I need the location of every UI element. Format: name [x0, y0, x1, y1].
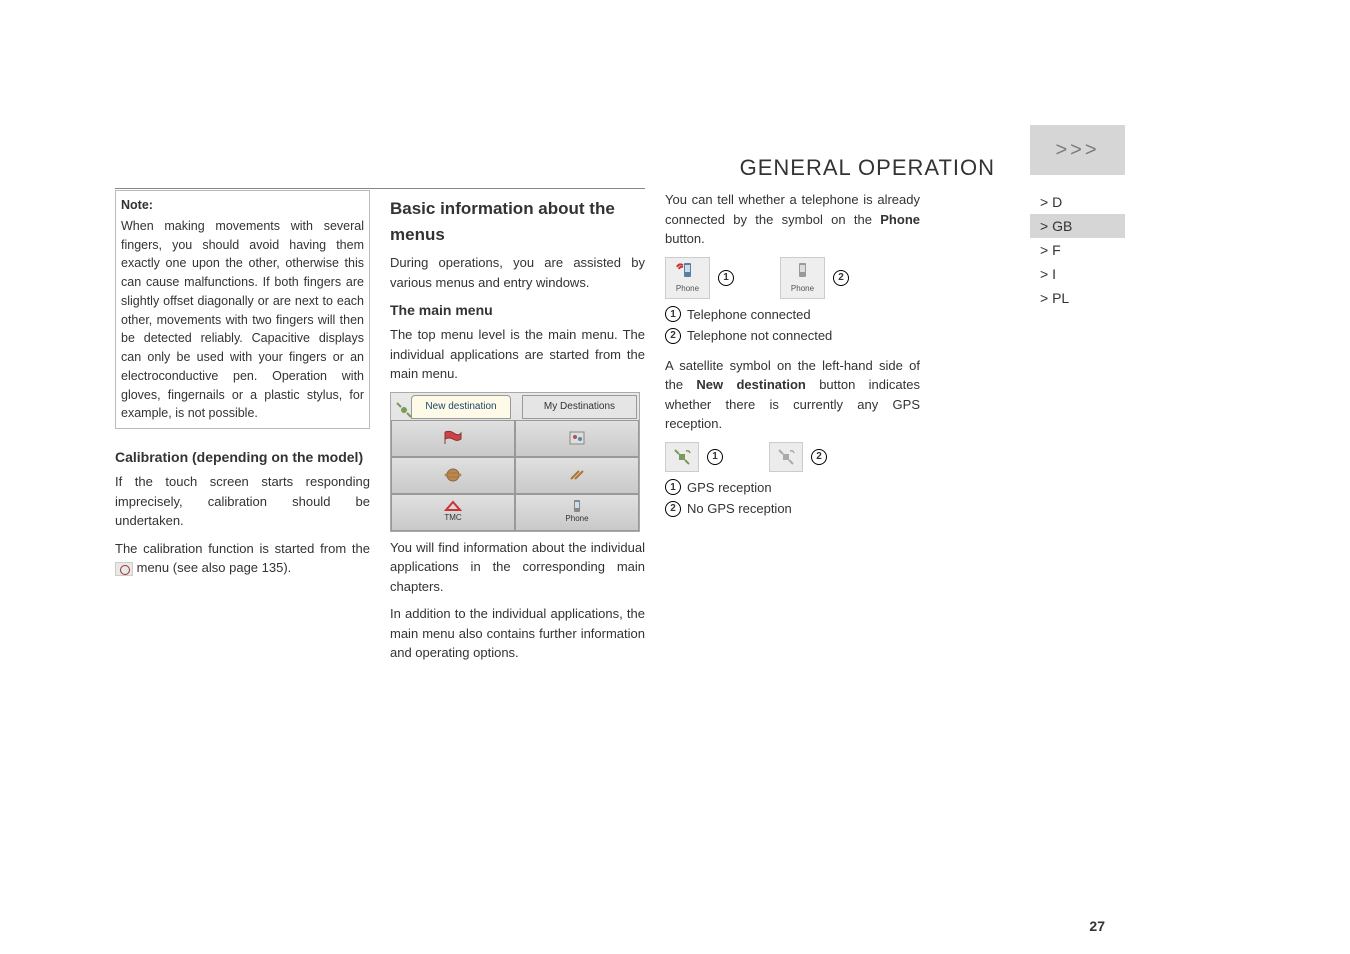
tools-icon [567, 467, 587, 483]
top-divider [115, 188, 645, 189]
no-gps-reception-icon [776, 447, 796, 467]
tmc-label: TMC [444, 512, 461, 524]
legend-phone-1-text: Telephone connected [687, 305, 811, 325]
sat-icon-row: 1 2 [665, 442, 920, 472]
phone-intro: You can tell whether a telephone is alre… [665, 190, 920, 249]
circled-2: 2 [833, 270, 849, 286]
phone-connected-box: Phone [665, 257, 710, 299]
circled-1-gps-legend: 1 [665, 479, 681, 495]
menu-cell-contacts [515, 420, 639, 457]
phone-disconnected-box: Phone [780, 257, 825, 299]
tab-my-destinations: My Destinations [522, 395, 637, 419]
menu-cell-planet [391, 457, 515, 494]
settings-menu-icon [115, 562, 133, 576]
note-text: When making movements with several finge… [121, 219, 364, 421]
main-menu-p3: In addition to the individual applicatio… [390, 604, 645, 663]
circled-2-legend: 2 [665, 328, 681, 344]
tab-new-destination-label: New destination [425, 399, 496, 414]
legend-gps-1-text: GPS reception [687, 478, 772, 498]
note-label: Note: [121, 196, 364, 215]
legend-gps-2-text: No GPS reception [687, 499, 792, 519]
main-menu-screenshot: New destination My Destinations [390, 392, 640, 532]
calibration-p1: If the touch screen starts responding im… [115, 472, 370, 531]
page-number: 27 [1089, 918, 1105, 934]
tab-new-destination: New destination [411, 395, 511, 419]
basic-info-heading: Basic information about the menus [390, 196, 645, 247]
circled-2-gps: 2 [811, 449, 827, 465]
legend-gps-1: 1 GPS reception [665, 478, 920, 498]
circled-1-gps: 1 [707, 449, 723, 465]
phone-intro-c: button. [665, 231, 705, 246]
globe-icon [443, 467, 463, 483]
phone-intro-b: Phone [880, 212, 920, 227]
menu-cell-phone: Phone [515, 494, 639, 531]
calibration-p2: The calibration function is started from… [115, 539, 370, 578]
legend-gps-2: 2 No GPS reception [665, 499, 920, 519]
calibration-p2b: menu (see also page 135). [137, 560, 292, 575]
menu-cell-tools [515, 457, 639, 494]
basic-info-intro: During operations, you are assisted by v… [390, 253, 645, 292]
menu-cell-tmc: TMC [391, 494, 515, 531]
phone-icon [570, 499, 584, 513]
note-box: Note: When making movements with several… [115, 190, 370, 429]
header-title: GENERAL OPERATION [740, 155, 995, 181]
legend-phone-1: 1 Telephone connected [665, 305, 920, 325]
main-menu-p1: The top menu level is the main menu. The… [390, 325, 645, 384]
phone-connected-label: Phone [676, 283, 699, 295]
calibration-p2a: The calibration function is started from… [115, 541, 370, 556]
phone-disconnected-label: Phone [791, 283, 814, 295]
legend-phone-2: 2 Telephone not connected [665, 326, 920, 346]
satellite-icon [394, 400, 408, 414]
flag-icon [443, 430, 463, 446]
contacts-icon [567, 430, 587, 446]
circled-1: 1 [718, 270, 734, 286]
gps-reception-box [665, 442, 699, 472]
sat-intro-b: New destination [696, 377, 805, 392]
menu-cell-flag [391, 420, 515, 457]
gps-reception-icon [672, 447, 692, 467]
legend-phone-2-text: Telephone not connected [687, 326, 832, 346]
main-menu-heading: The main menu [390, 300, 645, 321]
main-menu-p2: You will find information about the indi… [390, 538, 645, 597]
no-gps-reception-box [769, 442, 803, 472]
column-2: Basic information about the menus During… [390, 190, 645, 671]
circled-1-legend: 1 [665, 306, 681, 322]
phone-connected-icon [675, 261, 701, 281]
tmc-icon [444, 500, 462, 512]
column-1: Note: When making movements with several… [115, 190, 370, 671]
header-chevrons: >>> [1030, 125, 1125, 175]
calibration-heading: Calibration (depending on the model) [115, 447, 370, 468]
column-3: You can tell whether a telephone is alre… [665, 190, 920, 671]
circled-2-gps-legend: 2 [665, 501, 681, 517]
phone-cell-label: Phone [565, 513, 588, 525]
phone-icon-row: Phone 1 Phone 2 [665, 257, 920, 299]
sat-intro: A satellite symbol on the left-hand side… [665, 356, 920, 434]
phone-disconnected-icon [790, 261, 816, 281]
